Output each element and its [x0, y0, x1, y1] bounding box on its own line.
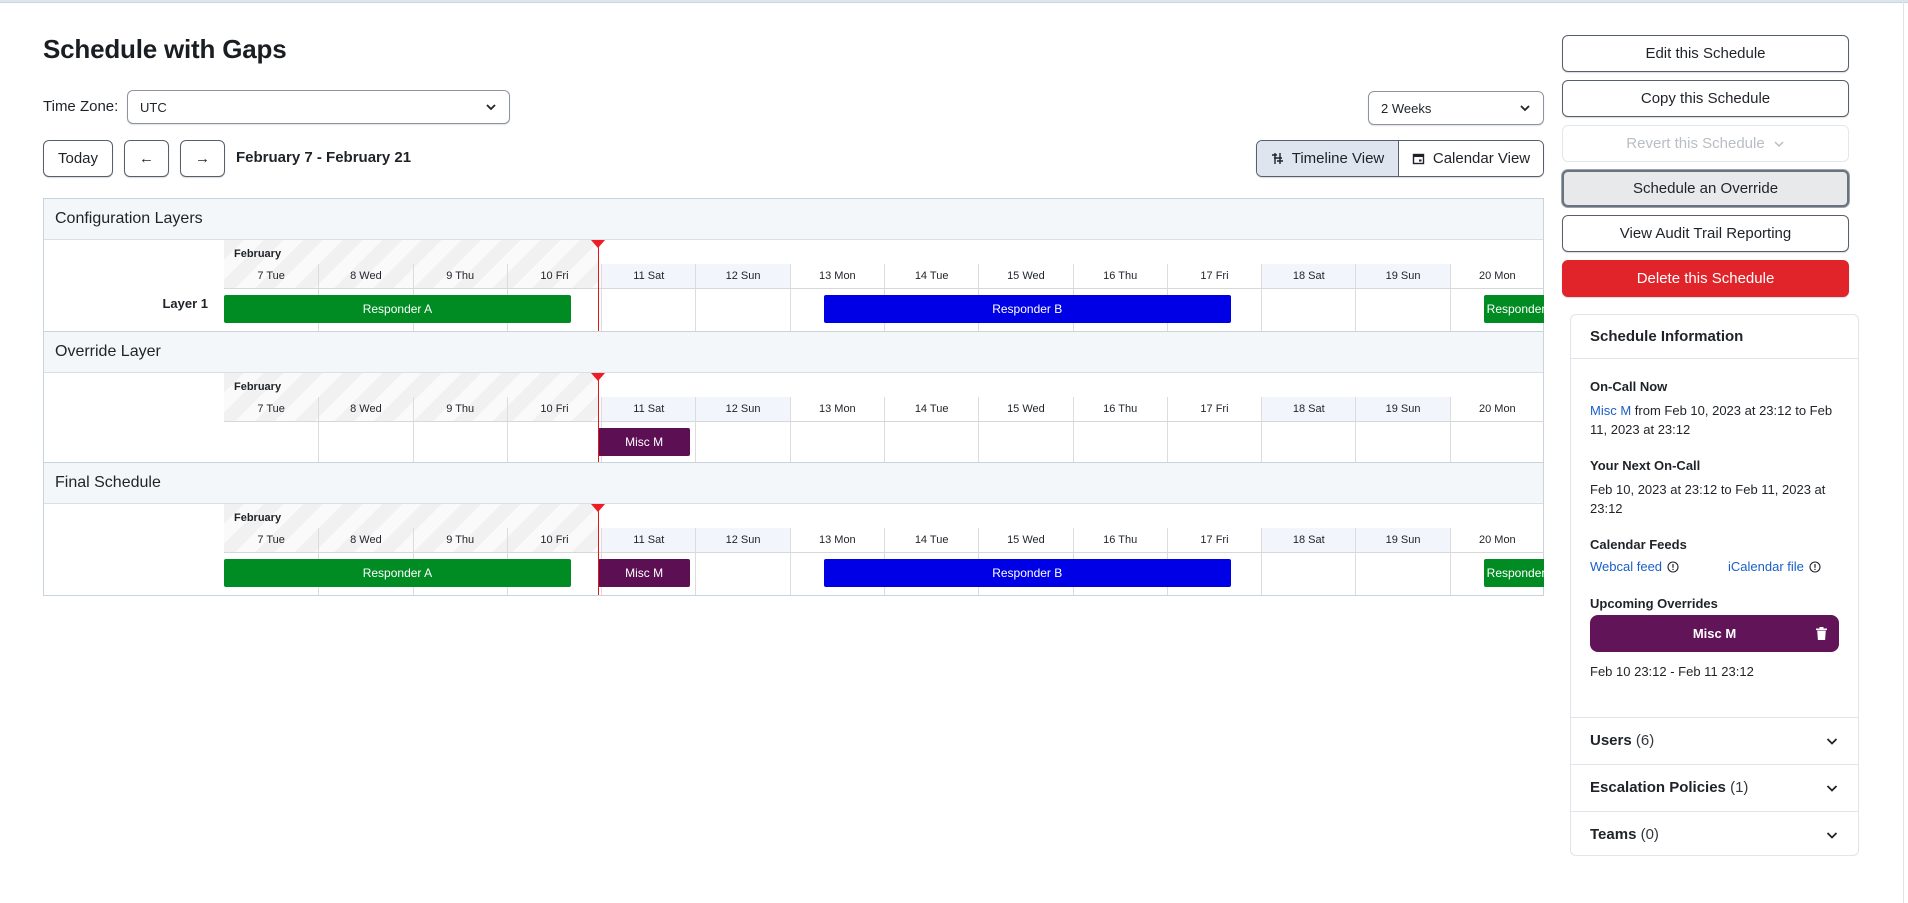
current-time-marker-icon — [591, 240, 605, 248]
on-call-now-text: Misc M from Feb 10, 2023 at 23:12 to Feb… — [1590, 401, 1845, 439]
next-on-call-text: Feb 10, 2023 at 23:12 to Feb 11, 2023 at… — [1590, 482, 1826, 516]
page-title: Schedule with Gaps — [43, 34, 287, 64]
icalendar-file-link[interactable]: iCalendar file — [1728, 559, 1804, 574]
shift-bar[interactable]: Misc M — [598, 428, 691, 456]
today-button[interactable]: Today — [43, 140, 113, 177]
chevron-down-icon — [1520, 105, 1530, 112]
card-body: On-Call Now Misc M from Feb 10, 2023 at … — [1571, 359, 1858, 719]
current-time-line — [598, 240, 599, 331]
shift-bar[interactable]: Responder A — [224, 559, 571, 587]
delete-schedule-button[interactable]: Delete this Schedule — [1562, 260, 1849, 297]
webcal-feed: Webcal feed — [1590, 559, 1679, 574]
layer-label: Layer 1 — [162, 296, 208, 311]
panel-body: Layer 1 February 7 Tue 8 Wed 9 Thu 10 Fri 11 … — [44, 240, 1544, 331]
webcal-feed-link[interactable]: Webcal feed — [1590, 559, 1662, 574]
panel-title: Final Schedule — [44, 463, 1543, 504]
timeline: Layer 1 February 7 Tue 8 Wed 9 Thu 10 Fri 11 … — [162, 240, 1544, 331]
panel-title: Configuration Layers — [44, 199, 1543, 240]
arrow-right-icon: → — [195, 150, 210, 167]
top-border — [0, 0, 1908, 3]
accordion-title: Users — [1590, 732, 1632, 749]
override-name: Misc M — [1692, 626, 1737, 641]
previous-button[interactable]: ← — [124, 140, 169, 177]
override-chip[interactable]: Misc M — [1590, 615, 1839, 652]
final-schedule-panel: Final Schedule February 7 Tue 8 Wed 9 Thu 10… — [43, 462, 1544, 596]
shift-bar[interactable]: Responder B — [823, 295, 1231, 323]
edit-schedule-button[interactable]: Edit this Schedule — [1562, 35, 1849, 72]
current-time-marker-icon — [591, 373, 605, 381]
info-icon[interactable] — [1667, 560, 1679, 573]
shift-bar[interactable]: Responder A — [1483, 559, 1544, 587]
tab-calendar-view[interactable]: Calendar View — [1399, 141, 1543, 176]
next-button[interactable]: → — [180, 140, 225, 177]
panel-title: Override Layer — [44, 332, 1543, 373]
range-value: 2 Weeks — [1381, 100, 1432, 116]
timeline-icon — [1271, 153, 1283, 164]
shift-bar[interactable]: Responder A — [1483, 295, 1544, 323]
shift-bar[interactable]: Misc M — [598, 559, 691, 587]
schedule-information-card: Schedule Information On-Call Now Misc M … — [1570, 314, 1859, 856]
schedule-override-button[interactable]: Schedule an Override — [1562, 170, 1849, 207]
timeline: February 7 Tue 8 Wed 9 Thu 10 Fri 11 Sat 12 Su… — [224, 504, 1544, 595]
accordion-title: Teams — [1590, 826, 1637, 843]
configuration-layers-panel: Configuration Layers Layer 1 February 7 T… — [43, 198, 1544, 332]
info-icon[interactable] — [1809, 560, 1821, 573]
shift-track: Misc M — [224, 373, 1544, 464]
calendar-feeds-heading: Calendar Feeds — [1590, 537, 1687, 552]
right-border — [1903, 0, 1904, 903]
chevron-down-icon — [1826, 831, 1838, 839]
icalendar-feed: iCalendar file — [1728, 559, 1821, 574]
tab-label: Calendar View — [1432, 150, 1531, 167]
revert-schedule-button: Revert this Schedule — [1562, 125, 1849, 162]
chevron-down-icon — [1826, 737, 1838, 745]
current-time-marker-icon — [591, 504, 605, 512]
date-range-label: February 7 - February 21 — [236, 149, 412, 166]
on-call-user-link[interactable]: Misc M — [1590, 403, 1631, 418]
on-call-now-heading: On-Call Now — [1590, 379, 1668, 394]
next-on-call-heading: Your Next On-Call — [1590, 458, 1701, 473]
card-title: Schedule Information — [1571, 315, 1858, 359]
time-zone-select[interactable]: UTC — [127, 90, 510, 124]
revert-label: Revert this Schedule — [1626, 135, 1765, 152]
view-toggle: Timeline View Calendar View — [1256, 140, 1544, 177]
range-select[interactable]: 2 Weeks — [1368, 91, 1544, 125]
override-range: Feb 10 23:12 - Feb 11 23:12 — [1590, 664, 1754, 679]
escalation-policies-accordion[interactable]: Escalation Policies (1) — [1571, 764, 1858, 810]
users-accordion[interactable]: Users (6) — [1571, 717, 1858, 763]
accordion-title: Escalation Policies — [1590, 779, 1726, 796]
chevron-down-icon — [486, 104, 496, 111]
shift-bar[interactable]: Responder A — [224, 295, 571, 323]
shift-bar[interactable]: Responder B — [823, 559, 1231, 587]
calendar-icon — [1412, 153, 1425, 165]
accordion-count: (0) — [1640, 826, 1659, 843]
upcoming-overrides-heading: Upcoming Overrides — [1590, 596, 1718, 611]
copy-schedule-button[interactable]: Copy this Schedule — [1562, 80, 1849, 117]
time-zone-value: UTC — [140, 99, 167, 115]
shift-track: Responder A Responder B Responder A — [224, 240, 1544, 331]
panel-body: February 7 Tue 8 Wed 9 Thu 10 Fri 11 Sat 12 Su… — [44, 373, 1544, 464]
arrow-left-icon: ← — [139, 150, 154, 167]
trash-icon[interactable] — [1816, 627, 1827, 640]
current-time-line — [598, 504, 599, 595]
current-time-line — [598, 373, 599, 464]
time-zone-label: Time Zone: — [43, 98, 119, 115]
timeline: February 7 Tue 8 Wed 9 Thu 10 Fri 11 Sat 12 Su… — [224, 373, 1544, 464]
accordion-count: (6) — [1635, 732, 1655, 749]
tab-timeline-view[interactable]: Timeline View — [1257, 141, 1399, 176]
audit-trail-button[interactable]: View Audit Trail Reporting — [1562, 215, 1849, 252]
teams-accordion[interactable]: Teams (0) — [1571, 811, 1858, 857]
override-layer-panel: Override Layer February 7 Tue 8 Wed 9 Thu 10… — [43, 331, 1544, 465]
accordion-count: (1) — [1730, 779, 1749, 796]
chevron-down-icon — [1826, 784, 1838, 792]
chevron-down-icon — [1774, 140, 1784, 147]
tab-label: Timeline View — [1291, 150, 1385, 167]
shift-track: Responder A Misc M Responder B Responder A — [224, 504, 1544, 595]
panel-body: February 7 Tue 8 Wed 9 Thu 10 Fri 11 Sat 12 Su… — [44, 504, 1544, 595]
